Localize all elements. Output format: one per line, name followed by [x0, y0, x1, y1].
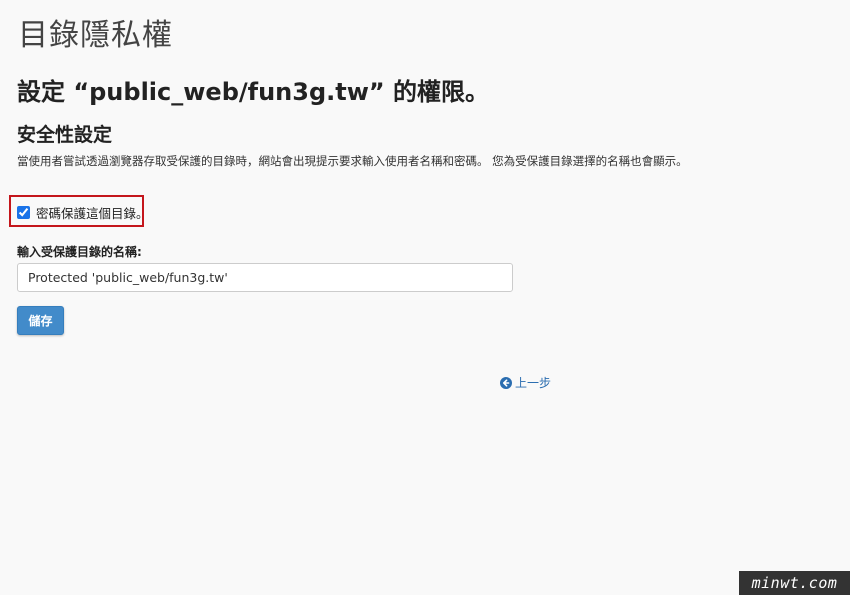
go-back-link[interactable]: 上一步: [500, 374, 551, 391]
watermark: minwt.com: [739, 571, 850, 595]
directory-name-input[interactable]: [17, 263, 513, 292]
permissions-heading: 設定 “public_web/fun3g.tw” 的權限。: [17, 78, 490, 106]
go-back-label: 上一步: [515, 376, 552, 390]
arrow-left-circle-icon: [500, 376, 512, 389]
directory-name-label: 輸入受保護目錄的名稱:: [17, 245, 142, 259]
security-settings-title: 安全性設定: [17, 124, 113, 146]
protect-directory-option[interactable]: 密碼保護這個目錄。: [17, 203, 149, 222]
security-description: 當使用者嘗試透過瀏覽器存取受保護的目錄時，網站會出現提示要求輸入使用者名稱和密碼…: [17, 154, 688, 168]
protect-directory-label: 密碼保護這個目錄。: [36, 206, 149, 221]
save-button[interactable]: 儲存: [17, 306, 64, 335]
protect-directory-checkbox[interactable]: [17, 206, 30, 219]
page-title: 目錄隱私權: [18, 18, 173, 53]
